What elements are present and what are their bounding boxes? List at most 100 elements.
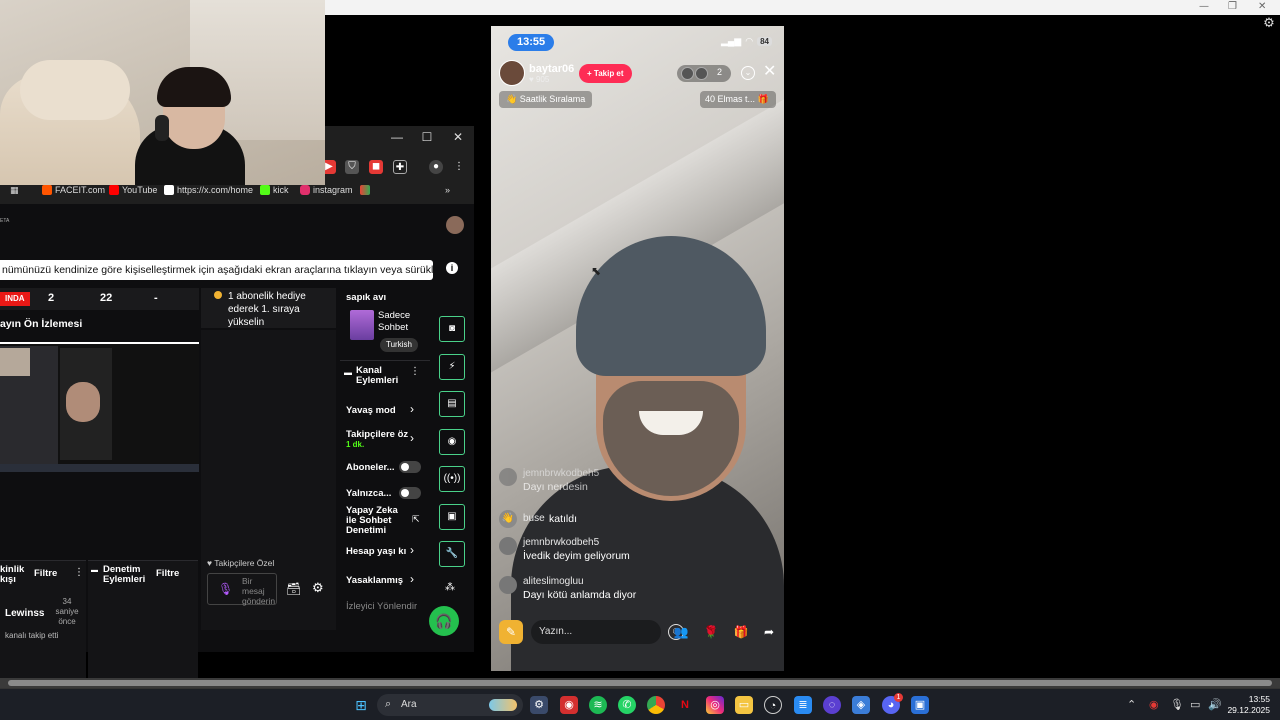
chat-username[interactable]: jemnbrwkodbeh5 — [523, 537, 599, 548]
horizontal-scrollbar[interactable] — [0, 678, 1280, 688]
rail-camera-icon[interactable]: ◙ — [439, 316, 465, 342]
apps-grid-icon[interactable]: ▦ — [10, 185, 19, 196]
chevron-right-icon[interactable]: › — [410, 402, 414, 416]
profile-icon[interactable]: ● — [429, 160, 443, 174]
chat-username[interactable]: aliteslimogluu — [523, 576, 584, 587]
bookmark-instagram[interactable]: instagram — [300, 185, 353, 195]
bookmark-x[interactable]: https://x.com/home — [164, 185, 253, 195]
action-ai-moderation[interactable]: Yapay Zeka ile Sohbet Denetimi — [346, 506, 402, 536]
instagram-app-icon[interactable]: ◎ — [706, 696, 724, 714]
chat-input[interactable]: 🎙 Bir mesaj gönderin — [207, 573, 277, 606]
quick-comment-icon[interactable]: ✎ — [499, 620, 523, 644]
stream-preview[interactable] — [0, 342, 199, 472]
microphone-icon[interactable]: 🎙 — [1170, 698, 1184, 711]
gift-icon[interactable]: 🎁 — [729, 620, 753, 644]
whatsapp-icon[interactable]: ✆ — [618, 696, 636, 714]
chat-username[interactable]: buse — [523, 513, 545, 524]
phone-bottom-bar: ✎ Yazın... ☺ 👥 🌹 🎁 ➦ — [499, 620, 779, 646]
host-avatar[interactable] — [499, 60, 525, 86]
activity-username[interactable]: Lewinss — [5, 608, 44, 619]
subscribers-only-toggle[interactable] — [399, 461, 421, 473]
chevron-right-icon[interactable]: › — [410, 572, 414, 586]
extension-red-icon[interactable]: ◼ — [369, 160, 383, 174]
app-circle-icon[interactable]: ◔ — [764, 696, 782, 714]
category-name[interactable]: Sadece Sohbet — [378, 310, 428, 334]
share-icon[interactable]: ➦ — [757, 620, 781, 644]
bookmark-kick[interactable]: kick — [260, 185, 289, 195]
close-icon[interactable]: ✕ — [763, 62, 776, 82]
host-name: baytar06 — [529, 62, 575, 75]
app-blue-icon[interactable]: ◈ — [852, 696, 870, 714]
action-account-age[interactable]: Hesap yaşı kı — [346, 546, 406, 557]
taskbar-search[interactable]: ⌕ Ara — [377, 694, 523, 716]
guests-icon[interactable]: 👥 — [669, 620, 693, 644]
rose-icon[interactable]: 🌹 — [699, 620, 723, 644]
scrollbar-thumb[interactable] — [8, 680, 1272, 686]
browser-minimize-icon[interactable]: — — [382, 130, 412, 144]
app-purple-icon[interactable]: ◌ — [823, 696, 841, 714]
screen-app-icon[interactable]: ▣ — [911, 696, 929, 714]
gift-box-icon[interactable]: 🗃 — [286, 582, 301, 596]
more-bookmarks-icon[interactable]: » — [445, 185, 450, 195]
chevron-right-icon[interactable]: › — [410, 543, 414, 557]
restore-icon[interactable]: ❐ — [1228, 1, 1237, 12]
file-explorer-icon[interactable]: ▭ — [735, 696, 753, 714]
notepad-icon[interactable]: ≣ — [794, 696, 812, 714]
action-slow-mode[interactable]: Yavaş mod — [346, 405, 396, 416]
close-icon[interactable]: ✕ — [1258, 1, 1266, 12]
action-viewer-redirect[interactable]: İzleyici Yönlendir — [346, 601, 417, 612]
bookmark-faceit[interactable]: FACEIT.com — [42, 185, 105, 195]
more-icon[interactable]: ⋮ — [74, 567, 84, 578]
language-tag[interactable]: Turkish — [380, 338, 418, 352]
rail-broadcast-icon[interactable]: ((•)) — [439, 466, 465, 492]
tray-app-icon[interactable]: ◉ — [1149, 698, 1159, 711]
rail-dots-icon[interactable]: ⁂ — [445, 582, 455, 593]
tray-chevron-up-icon[interactable]: ⌃ — [1127, 698, 1136, 711]
viewer-list[interactable]: 2 — [677, 65, 731, 82]
chat-username[interactable]: jemnbrwkodbeh5 — [523, 468, 599, 479]
start-icon[interactable]: ⊞ — [352, 696, 370, 714]
volume-icon[interactable]: 🔊 — [1208, 698, 1222, 711]
rail-wrench-icon[interactable]: 🔧 — [439, 541, 465, 567]
chrome-icon[interactable] — [647, 696, 665, 714]
chevron-down-icon[interactable]: ⌄ — [741, 66, 755, 80]
settings-gear-icon[interactable]: ⚙ — [1262, 16, 1276, 30]
gmail-bookmark[interactable] — [360, 185, 370, 195]
taskbar-clock[interactable]: 13:55 29.12.2025 — [1227, 694, 1270, 716]
follow-button[interactable]: + Takip et — [579, 64, 632, 83]
network-icon[interactable]: ▭ — [1190, 698, 1200, 711]
rail-layout-icon[interactable]: ▣ — [439, 504, 465, 530]
bookmark-youtube[interactable]: YouTube — [109, 185, 157, 195]
browser-close-icon[interactable]: ✕ — [443, 130, 473, 144]
chevron-right-icon[interactable]: › — [410, 431, 414, 445]
menu-dots-icon[interactable]: ⋮ — [452, 160, 466, 174]
shield-extension-icon[interactable]: ⛉ — [345, 160, 359, 174]
minimize-icon[interactable]: — — [1199, 1, 1209, 12]
moderation-filter-button[interactable]: Filtre — [156, 568, 179, 579]
rail-lightning-icon[interactable]: ⚡ — [439, 354, 465, 380]
settings-app-icon[interactable]: ⚙ — [530, 696, 548, 714]
extensions-puzzle-icon[interactable]: ✚ — [393, 160, 407, 174]
mic-icon[interactable]: 🎙 — [218, 582, 233, 596]
spotify-icon[interactable]: ≋ — [589, 696, 607, 714]
netflix-icon[interactable]: N — [676, 696, 694, 714]
host-info[interactable]: baytar06 ♥ 905 — [499, 60, 574, 86]
gift-goal-pill[interactable]: 40 Elmas t... 🎁 — [700, 91, 776, 108]
phone-clock: 13:55 — [508, 34, 555, 51]
chat-settings-icon[interactable]: ⚙ — [312, 580, 324, 596]
emote-only-toggle[interactable] — [399, 487, 421, 499]
more-icon[interactable]: ⋮ — [410, 366, 420, 377]
action-banned-words[interactable]: Yasaklanmış — [346, 575, 403, 586]
activity-filter-button[interactable]: Filtre — [34, 568, 57, 579]
rail-chat-icon[interactable]: ◉ — [439, 429, 465, 455]
action-followers-only[interactable]: Takipçilere öz — [346, 429, 408, 440]
app-red-icon[interactable]: ◉ — [560, 696, 578, 714]
headset-support-icon[interactable]: 🎧 — [429, 606, 459, 636]
divider — [340, 360, 430, 361]
action-label: Yapay Zeka ile Sohbet Denetimi — [346, 505, 398, 536]
hourly-ranking-pill[interactable]: 👋 Saatlik Sıralama — [499, 91, 593, 108]
browser-maximize-icon[interactable]: ☐ — [412, 130, 442, 144]
rail-notes-icon[interactable]: ▤ — [439, 391, 465, 417]
comment-input[interactable]: Yazın... ☺ — [531, 620, 684, 644]
external-link-icon[interactable]: ⇱ — [412, 514, 420, 525]
